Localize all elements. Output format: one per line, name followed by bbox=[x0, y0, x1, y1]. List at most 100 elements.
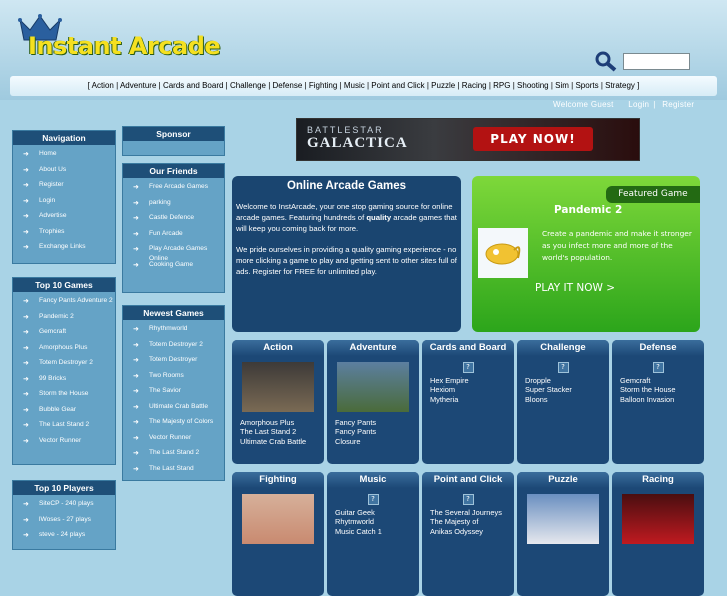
game-link[interactable]: Storm the House bbox=[620, 385, 704, 394]
category-box-title[interactable]: Racing bbox=[612, 472, 704, 488]
category-link[interactable]: Music bbox=[344, 81, 365, 90]
featured-title[interactable]: Pandemic 2 bbox=[554, 204, 622, 216]
game-link[interactable]: The Several Journeys bbox=[430, 508, 514, 517]
game-link[interactable]: Hex Empire bbox=[430, 376, 514, 385]
list-item[interactable]: ➜ Free Arcade Games bbox=[123, 182, 224, 198]
game-link[interactable]: Dropple bbox=[525, 376, 609, 385]
category-box-title[interactable]: Music bbox=[327, 472, 419, 488]
game-link[interactable]: Rhytmworld bbox=[335, 517, 419, 526]
game-link[interactable]: Fancy Pants bbox=[335, 418, 419, 427]
game-link[interactable]: The Majesty of bbox=[430, 517, 514, 526]
game-link[interactable]: The Last Stand 2 bbox=[240, 427, 324, 436]
game-link[interactable]: Fancy Pants bbox=[335, 427, 419, 436]
list-item[interactable]: ➜ parking bbox=[123, 198, 224, 214]
placeholder-icon[interactable]: ? bbox=[557, 362, 569, 373]
list-item[interactable]: ➜ Bubble Gear bbox=[13, 405, 115, 421]
featured-thumbnail[interactable] bbox=[478, 228, 528, 278]
featured-play-link[interactable]: PLAY IT NOW > bbox=[535, 282, 615, 294]
category-link[interactable]: Fighting bbox=[309, 81, 337, 90]
list-item[interactable]: ➜ Two Rooms bbox=[123, 371, 224, 387]
category-link[interactable]: Strategy bbox=[605, 81, 635, 90]
login-link[interactable]: Login bbox=[628, 100, 649, 109]
list-item[interactable]: ➜ Login bbox=[13, 196, 115, 212]
category-link[interactable]: Puzzle bbox=[431, 81, 455, 90]
list-item[interactable]: ➜ Register bbox=[13, 180, 115, 196]
category-box-title[interactable]: Point and Click bbox=[422, 472, 514, 488]
register-link[interactable]: Register bbox=[662, 100, 694, 109]
category-link[interactable]: Challenge bbox=[230, 81, 266, 90]
list-item[interactable]: ➜ Cooking Game bbox=[123, 260, 224, 276]
category-link[interactable]: RPG bbox=[493, 81, 510, 90]
list-item[interactable]: ➜ About Us bbox=[13, 165, 115, 181]
placeholder-icon[interactable]: ? bbox=[652, 362, 664, 373]
battlestar-banner-ad[interactable]: BATTLESTAR GALACTICA PLAY NOW! bbox=[296, 118, 640, 161]
category-link[interactable]: Defense bbox=[273, 81, 303, 90]
list-item[interactable]: ➜ The Majesty of Colors bbox=[123, 417, 224, 433]
placeholder-icon[interactable]: ? bbox=[462, 494, 474, 505]
list-item[interactable]: ➜ 99 Bricks bbox=[13, 374, 115, 390]
category-box-title[interactable]: Puzzle bbox=[517, 472, 609, 488]
game-link[interactable]: Ultimate Crab Battle bbox=[240, 437, 324, 446]
category-link[interactable]: Sports bbox=[575, 81, 598, 90]
list-item[interactable]: ➜ Rhythmworld bbox=[123, 324, 224, 340]
placeholder-icon[interactable]: ? bbox=[462, 362, 474, 373]
search-icon[interactable] bbox=[594, 50, 618, 72]
list-item[interactable]: ➜ lWoses - 27 plays bbox=[13, 515, 115, 531]
category-box-title[interactable]: Action bbox=[232, 340, 324, 356]
game-link[interactable]: Mytheria bbox=[430, 395, 514, 404]
category-box-title[interactable]: Fighting bbox=[232, 472, 324, 488]
list-item[interactable]: ➜ Vector Runner bbox=[13, 436, 115, 452]
search-input[interactable] bbox=[623, 53, 690, 70]
game-link[interactable]: Balloon Invasion bbox=[620, 395, 704, 404]
category-box-title[interactable]: Defense bbox=[612, 340, 704, 356]
list-item[interactable]: ➜ Castle Defence bbox=[123, 213, 224, 229]
category-box-title[interactable]: Cards and Board bbox=[422, 340, 514, 356]
placeholder-icon[interactable]: ? bbox=[367, 494, 379, 505]
list-item[interactable]: ➜ The Last Stand 2 bbox=[13, 420, 115, 436]
game-thumbnail[interactable] bbox=[622, 494, 694, 544]
game-link[interactable]: Super Stacker bbox=[525, 385, 609, 394]
list-item[interactable]: ➜ Pandemic 2 bbox=[13, 312, 115, 328]
category-link[interactable]: Racing bbox=[462, 81, 487, 90]
list-item[interactable]: ➜ SiteCP - 240 plays bbox=[13, 499, 115, 515]
list-item[interactable]: ➜ The Last Stand 2 bbox=[123, 448, 224, 464]
game-link[interactable]: Gemcraft bbox=[620, 376, 704, 385]
list-item[interactable]: ➜ Amorphous Plus bbox=[13, 343, 115, 359]
list-item[interactable]: ➜ Play Arcade Games Online bbox=[123, 244, 224, 262]
site-logo[interactable]: Instant Arcade bbox=[28, 32, 221, 60]
list-item[interactable]: ➜ Fun Arcade bbox=[123, 229, 224, 245]
list-item[interactable]: ➜ Totem Destroyer bbox=[123, 355, 224, 371]
game-thumbnail[interactable] bbox=[242, 362, 314, 412]
category-link[interactable]: Sim bbox=[555, 81, 569, 90]
list-item[interactable]: ➜ Totem Destroyer 2 bbox=[13, 358, 115, 374]
list-item[interactable]: ➜ Vector Runner bbox=[123, 433, 224, 449]
game-thumbnail[interactable] bbox=[242, 494, 314, 544]
list-item[interactable]: ➜ Advertise bbox=[13, 211, 115, 227]
category-link[interactable]: Cards and Board bbox=[163, 81, 223, 90]
list-item[interactable]: ➜ Fancy Pants Adventure 2 bbox=[13, 296, 115, 312]
game-thumbnail[interactable] bbox=[527, 494, 599, 544]
game-link[interactable]: Guitar Geek bbox=[335, 508, 419, 517]
game-link[interactable]: Hexiom bbox=[430, 385, 514, 394]
category-link[interactable]: Adventure bbox=[120, 81, 156, 90]
list-item[interactable]: ➜ The Last Stand bbox=[123, 464, 224, 480]
banner-play-button[interactable]: PLAY NOW! bbox=[473, 127, 593, 151]
game-link[interactable]: Music Catch 1 bbox=[335, 527, 419, 536]
category-link[interactable]: Action bbox=[92, 81, 114, 90]
list-item[interactable]: ➜ Ultimate Crab Battle bbox=[123, 402, 224, 418]
game-link[interactable]: Amorphous Plus bbox=[240, 418, 324, 427]
list-item[interactable]: ➜ The Savior bbox=[123, 386, 224, 402]
category-box-title[interactable]: Adventure bbox=[327, 340, 419, 356]
list-item[interactable]: ➜ Totem Destroyer 2 bbox=[123, 340, 224, 356]
game-thumbnail[interactable] bbox=[337, 362, 409, 412]
game-link[interactable]: Anikas Odyssey bbox=[430, 527, 514, 536]
game-link[interactable]: Bloons bbox=[525, 395, 609, 404]
list-item[interactable]: ➜ steve - 24 plays bbox=[13, 530, 115, 546]
list-item[interactable]: ➜ Trophies bbox=[13, 227, 115, 243]
list-item[interactable]: ➜ Home bbox=[13, 149, 115, 165]
list-item[interactable]: ➜ Gemcraft bbox=[13, 327, 115, 343]
category-box-title[interactable]: Challenge bbox=[517, 340, 609, 356]
list-item[interactable]: ➜ Storm the House bbox=[13, 389, 115, 405]
category-link[interactable]: Shooting bbox=[517, 81, 549, 90]
list-item[interactable]: ➜ Exchange Links bbox=[13, 242, 115, 258]
